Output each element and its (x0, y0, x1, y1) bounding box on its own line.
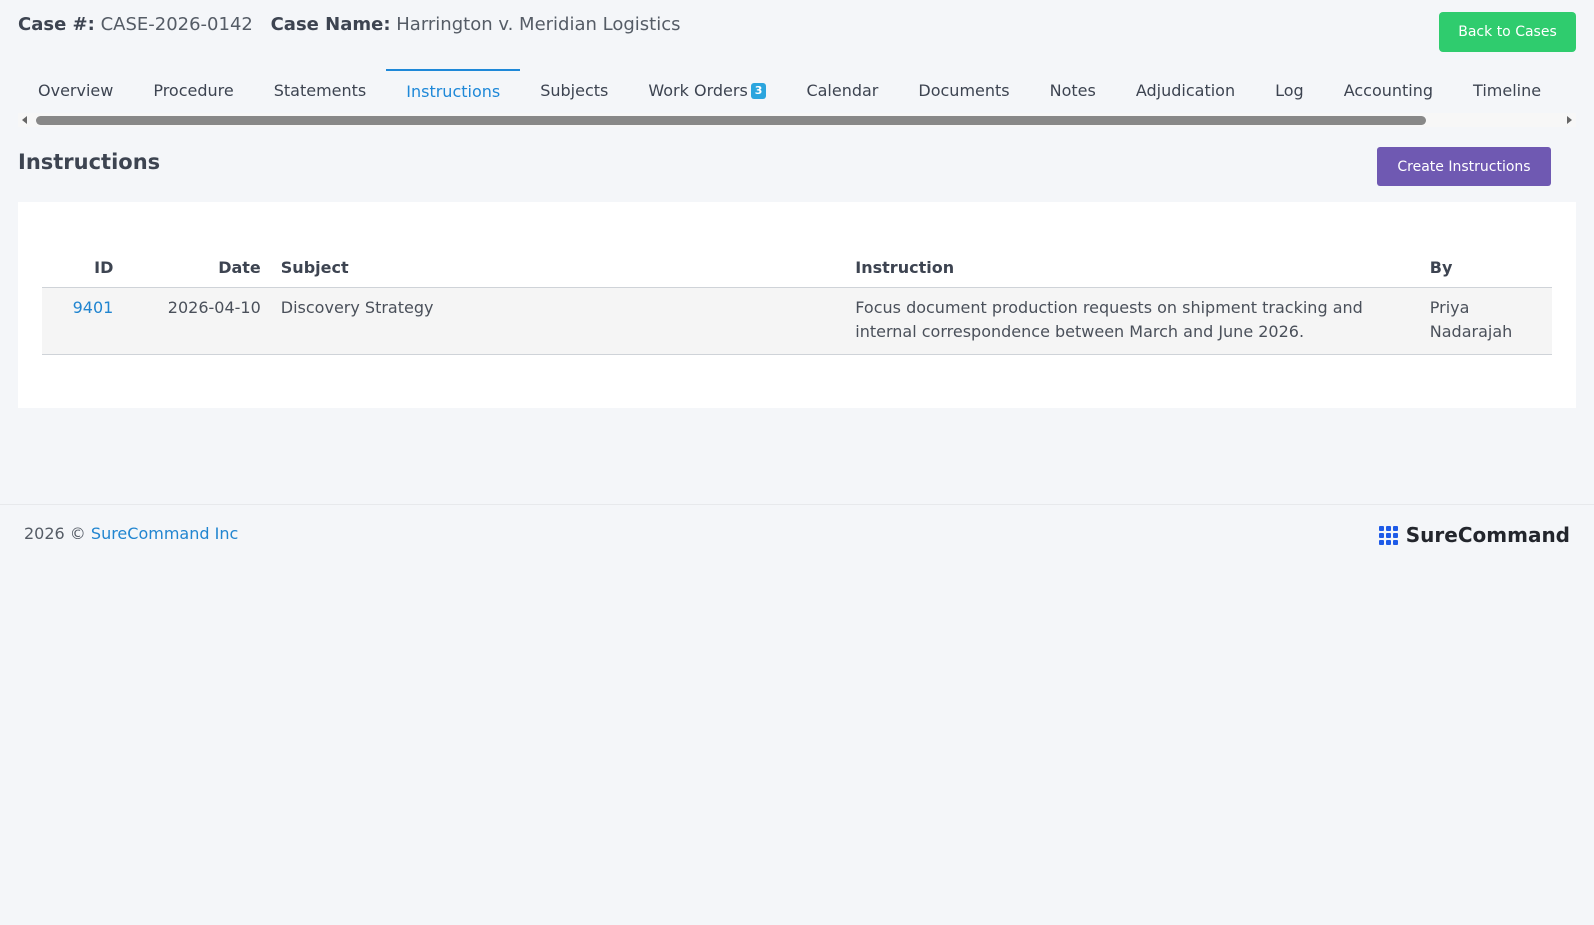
tab-label: Log (1275, 81, 1304, 100)
brand-grid-icon (1378, 525, 1398, 545)
tab-label: Overview (38, 81, 114, 100)
case-name-label: Case Name: (270, 14, 391, 35)
tab-statements[interactable]: Statements (254, 69, 387, 111)
case-header: Case #: CASE-2026-0142 Case Name: Harrin… (18, 12, 693, 38)
tab-label: Procedure (153, 81, 234, 100)
tab-label: Notes (1049, 81, 1096, 100)
tab-label: Instructions (406, 82, 501, 101)
case-number: CASE-2026-0142 (100, 14, 253, 35)
tab-label: Calendar (806, 81, 879, 100)
tabs-scrollbar[interactable] (18, 113, 1576, 127)
footer-copyright: 2026 © SureCommand Inc (24, 524, 238, 543)
cell-id: 9401 (42, 287, 124, 355)
tab-adjudication[interactable]: Adjudication (1116, 69, 1255, 111)
tab-log[interactable]: Log (1255, 69, 1324, 111)
column-header-date[interactable]: Date (123, 252, 271, 288)
page: Case #: CASE-2026-0142 Case Name: Harrin… (0, 0, 1594, 925)
create-instructions-button[interactable]: Create Instructions (1377, 147, 1551, 186)
brand-name: SureCommand (1405, 523, 1570, 547)
tab-accounting[interactable]: Accounting (1324, 69, 1453, 111)
tab-label: Accounting (1343, 81, 1434, 100)
tabs-container: Overview Procedure Statements Instructio… (18, 69, 1576, 131)
work-orders-count-badge: 3 (750, 83, 767, 99)
tab-instructions[interactable]: Instructions (386, 69, 521, 111)
cell-subject: Discovery Strategy (270, 287, 846, 355)
tab-timeline[interactable]: Timeline (1453, 69, 1561, 111)
scroll-right-arrow-icon[interactable] (1567, 116, 1572, 124)
back-to-cases-button[interactable]: Back to Cases (1439, 12, 1576, 52)
tab-label: Timeline (1473, 81, 1542, 100)
tab-label: Statements (273, 81, 367, 100)
tab-label: Subjects (540, 81, 609, 100)
scrollbar-thumb[interactable] (36, 116, 1426, 125)
scroll-left-arrow-icon[interactable] (22, 116, 27, 124)
column-header-instruction[interactable]: Instruction (845, 252, 1420, 288)
section-title: Instructions (18, 150, 161, 174)
company-link[interactable]: SureCommand Inc (91, 524, 238, 543)
instructions-card: ID Date Subject Instruction By 9401 2026… (18, 202, 1576, 408)
instruction-id-link[interactable]: 9401 (73, 298, 114, 317)
cell-date: 2026-04-10 (123, 287, 271, 355)
case-name: Harrington v. Meridian Logistics (396, 14, 681, 35)
cell-by: Priya Nadarajah (1419, 287, 1552, 355)
tab-procedure[interactable]: Procedure (133, 69, 253, 111)
footer-divider (0, 504, 1594, 505)
copyright-text: 2026 © (24, 524, 86, 543)
column-header-by[interactable]: By (1419, 252, 1552, 288)
tab-overview[interactable]: Overview (18, 69, 133, 111)
table-header-row: ID Date Subject Instruction By (42, 252, 1552, 288)
tab-documents[interactable]: Documents (898, 69, 1029, 111)
tab-label: Documents (918, 81, 1010, 100)
instructions-table: ID Date Subject Instruction By 9401 2026… (42, 252, 1552, 355)
tab-work-orders[interactable]: Work Orders 3 (628, 69, 786, 111)
tab-label: Work Orders (648, 81, 748, 100)
tab-bar: Overview Procedure Statements Instructio… (18, 69, 1576, 111)
tab-subjects[interactable]: Subjects (520, 69, 628, 111)
column-header-subject[interactable]: Subject (270, 252, 846, 288)
cell-instruction: Focus document production requests on sh… (845, 287, 1420, 355)
case-number-label: Case #: (18, 14, 95, 35)
column-header-id[interactable]: ID (42, 252, 124, 288)
brand-logo: SureCommand (1378, 522, 1570, 548)
tab-label: Adjudication (1135, 81, 1236, 100)
tab-calendar[interactable]: Calendar (786, 69, 898, 111)
tab-notes[interactable]: Notes (1030, 69, 1116, 111)
table-row: 9401 2026-04-10 Discovery Strategy Focus… (42, 287, 1552, 355)
